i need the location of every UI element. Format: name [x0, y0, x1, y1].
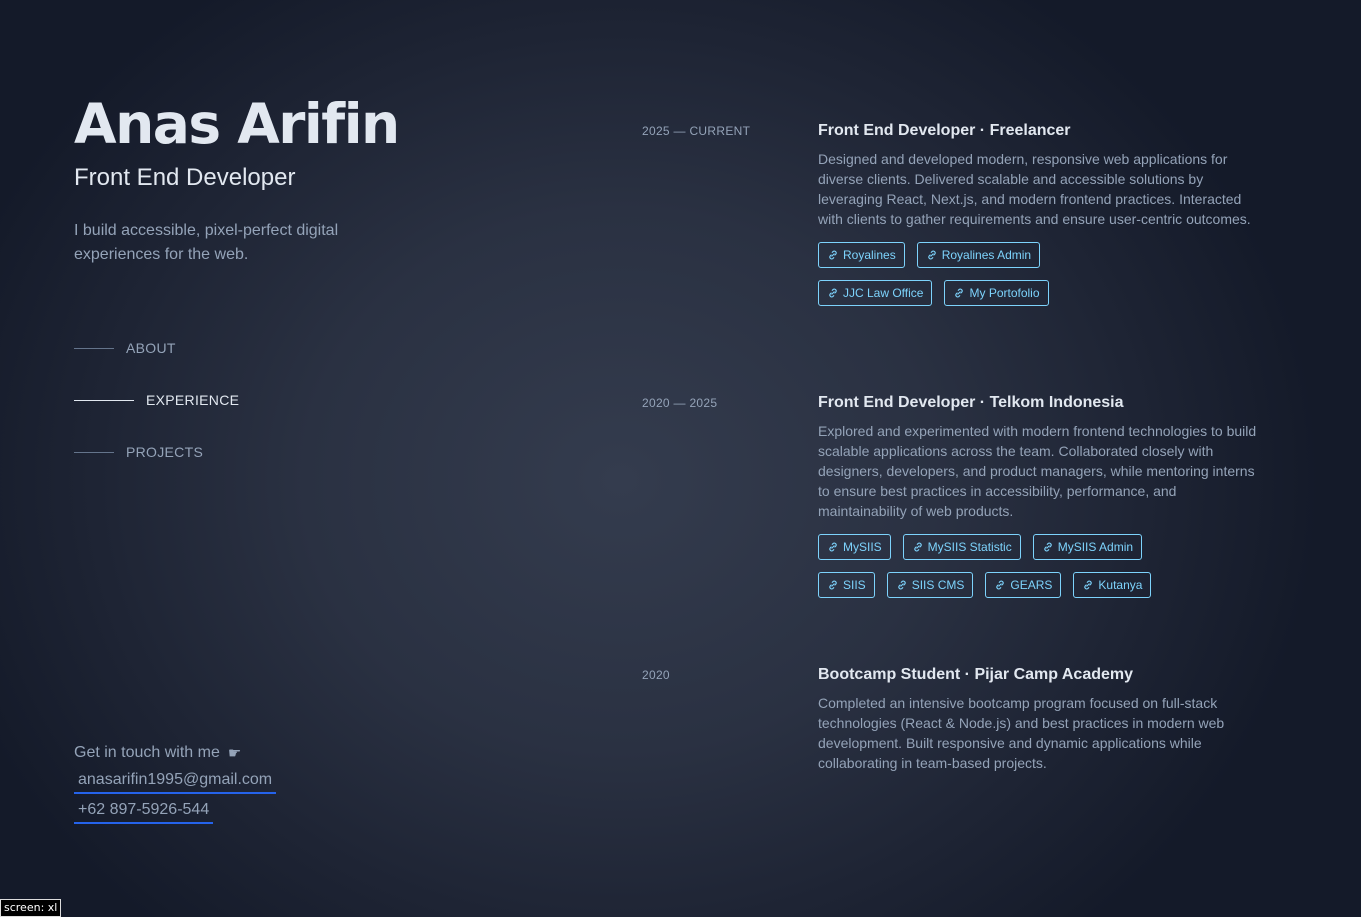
project-link-tag[interactable]: Royalines Admin — [916, 242, 1041, 268]
project-link-tag[interactable]: Kutanya — [1073, 572, 1152, 598]
nav-item-about[interactable]: ABOUT — [74, 336, 239, 360]
hand-pointing-right-icon: ☛ — [227, 745, 242, 762]
link-icon — [928, 250, 936, 260]
email-link[interactable]: anasarifin1995@gmail.com — [74, 770, 277, 794]
project-link-tag[interactable]: My Portofolio — [944, 280, 1049, 306]
experience-description: Completed an intensive bootcamp program … — [818, 695, 1225, 771]
tag-label: MySIIS Statistic — [927, 540, 1012, 554]
tag-label: Royalines Admin — [941, 248, 1032, 262]
tag-label: JJC Law Office — [843, 286, 924, 300]
link-icon — [829, 542, 837, 552]
link-icon — [829, 580, 837, 590]
experience-title[interactable]: Front End Developer · Freelancer — [818, 120, 1262, 142]
experience-date: 2020 — [642, 668, 670, 682]
contact-title: Get in touch with me — [74, 744, 220, 761]
project-link-tag[interactable]: Royalines — [818, 242, 905, 268]
experience-date: 2025 — CURRENT — [642, 124, 751, 138]
nav-indicator-line — [74, 399, 134, 401]
experience-description: Designed and developed modern, responsiv… — [818, 151, 1251, 227]
profile-column: Anas Arifin Front End Developer I build … — [74, 0, 494, 917]
contact-section: Get in touch with me ☛ anasarifin1995@gm… — [74, 742, 277, 824]
link-icon — [913, 542, 922, 552]
screen-size-indicator: screen: xl — [0, 899, 62, 917]
link-icon — [955, 288, 964, 298]
project-link-tag[interactable]: SIIS CMS — [886, 572, 974, 598]
nav-item-experience[interactable]: EXPERIENCE — [74, 388, 239, 412]
profile-tagline: I build accessible, pixel-perfect digita… — [74, 222, 339, 263]
nav-indicator-line — [74, 451, 114, 453]
project-link-tag[interactable]: MySIIS Statistic — [902, 534, 1021, 560]
profile-name: Anas Arifin — [74, 92, 400, 156]
project-link-tag[interactable]: GEARS — [985, 572, 1062, 598]
experience-title[interactable]: Bootcamp Student · Pijar Camp Academy — [818, 664, 1262, 686]
tag-label: MySIIS Admin — [1057, 540, 1134, 554]
tag-label: MySIIS — [843, 540, 882, 554]
experience-links: MySIIS MySIIS Statistic MySIIS Admin SII… — [818, 534, 1158, 598]
project-link-tag[interactable]: MySIIS — [818, 534, 891, 560]
nav-item-label: ABOUT — [126, 340, 176, 356]
tag-label: My Portofolio — [969, 286, 1040, 300]
section-nav: ABOUT EXPERIENCE PROJECTS — [74, 336, 239, 492]
project-link-tag[interactable]: MySIIS Admin — [1032, 534, 1143, 560]
link-icon — [897, 580, 906, 590]
tag-label: Royalines — [843, 248, 896, 262]
tag-label: Kutanya — [1098, 578, 1143, 592]
link-icon — [829, 288, 837, 298]
phone-link[interactable]: +62 897-5926-544 — [74, 800, 214, 824]
link-icon — [829, 250, 837, 260]
link-icon — [996, 580, 1005, 590]
project-link-tag[interactable]: JJC Law Office — [818, 280, 933, 306]
profile-role: Front End Developer — [74, 164, 296, 191]
nav-indicator-line — [74, 347, 114, 349]
experience-links: Royalines Royalines Admin JJC Law Office… — [818, 242, 1078, 306]
nav-item-label: PROJECTS — [126, 444, 204, 460]
link-icon — [1084, 580, 1093, 590]
tag-label: GEARS — [1010, 578, 1053, 592]
project-link-tag[interactable]: SIIS — [818, 572, 875, 598]
link-icon — [1044, 542, 1052, 552]
nav-item-label: EXPERIENCE — [146, 392, 240, 408]
experience-date: 2020 — 2025 — [642, 396, 718, 410]
tag-label: SIIS CMS — [911, 578, 965, 592]
tag-label: SIIS — [843, 578, 866, 592]
experience-title[interactable]: Front End Developer · Telkom Indonesia — [818, 392, 1262, 414]
contact-heading: Get in touch with me ☛ — [74, 742, 276, 764]
nav-item-projects[interactable]: PROJECTS — [74, 440, 239, 464]
experience-description: Explored and experimented with modern fr… — [818, 423, 1257, 519]
